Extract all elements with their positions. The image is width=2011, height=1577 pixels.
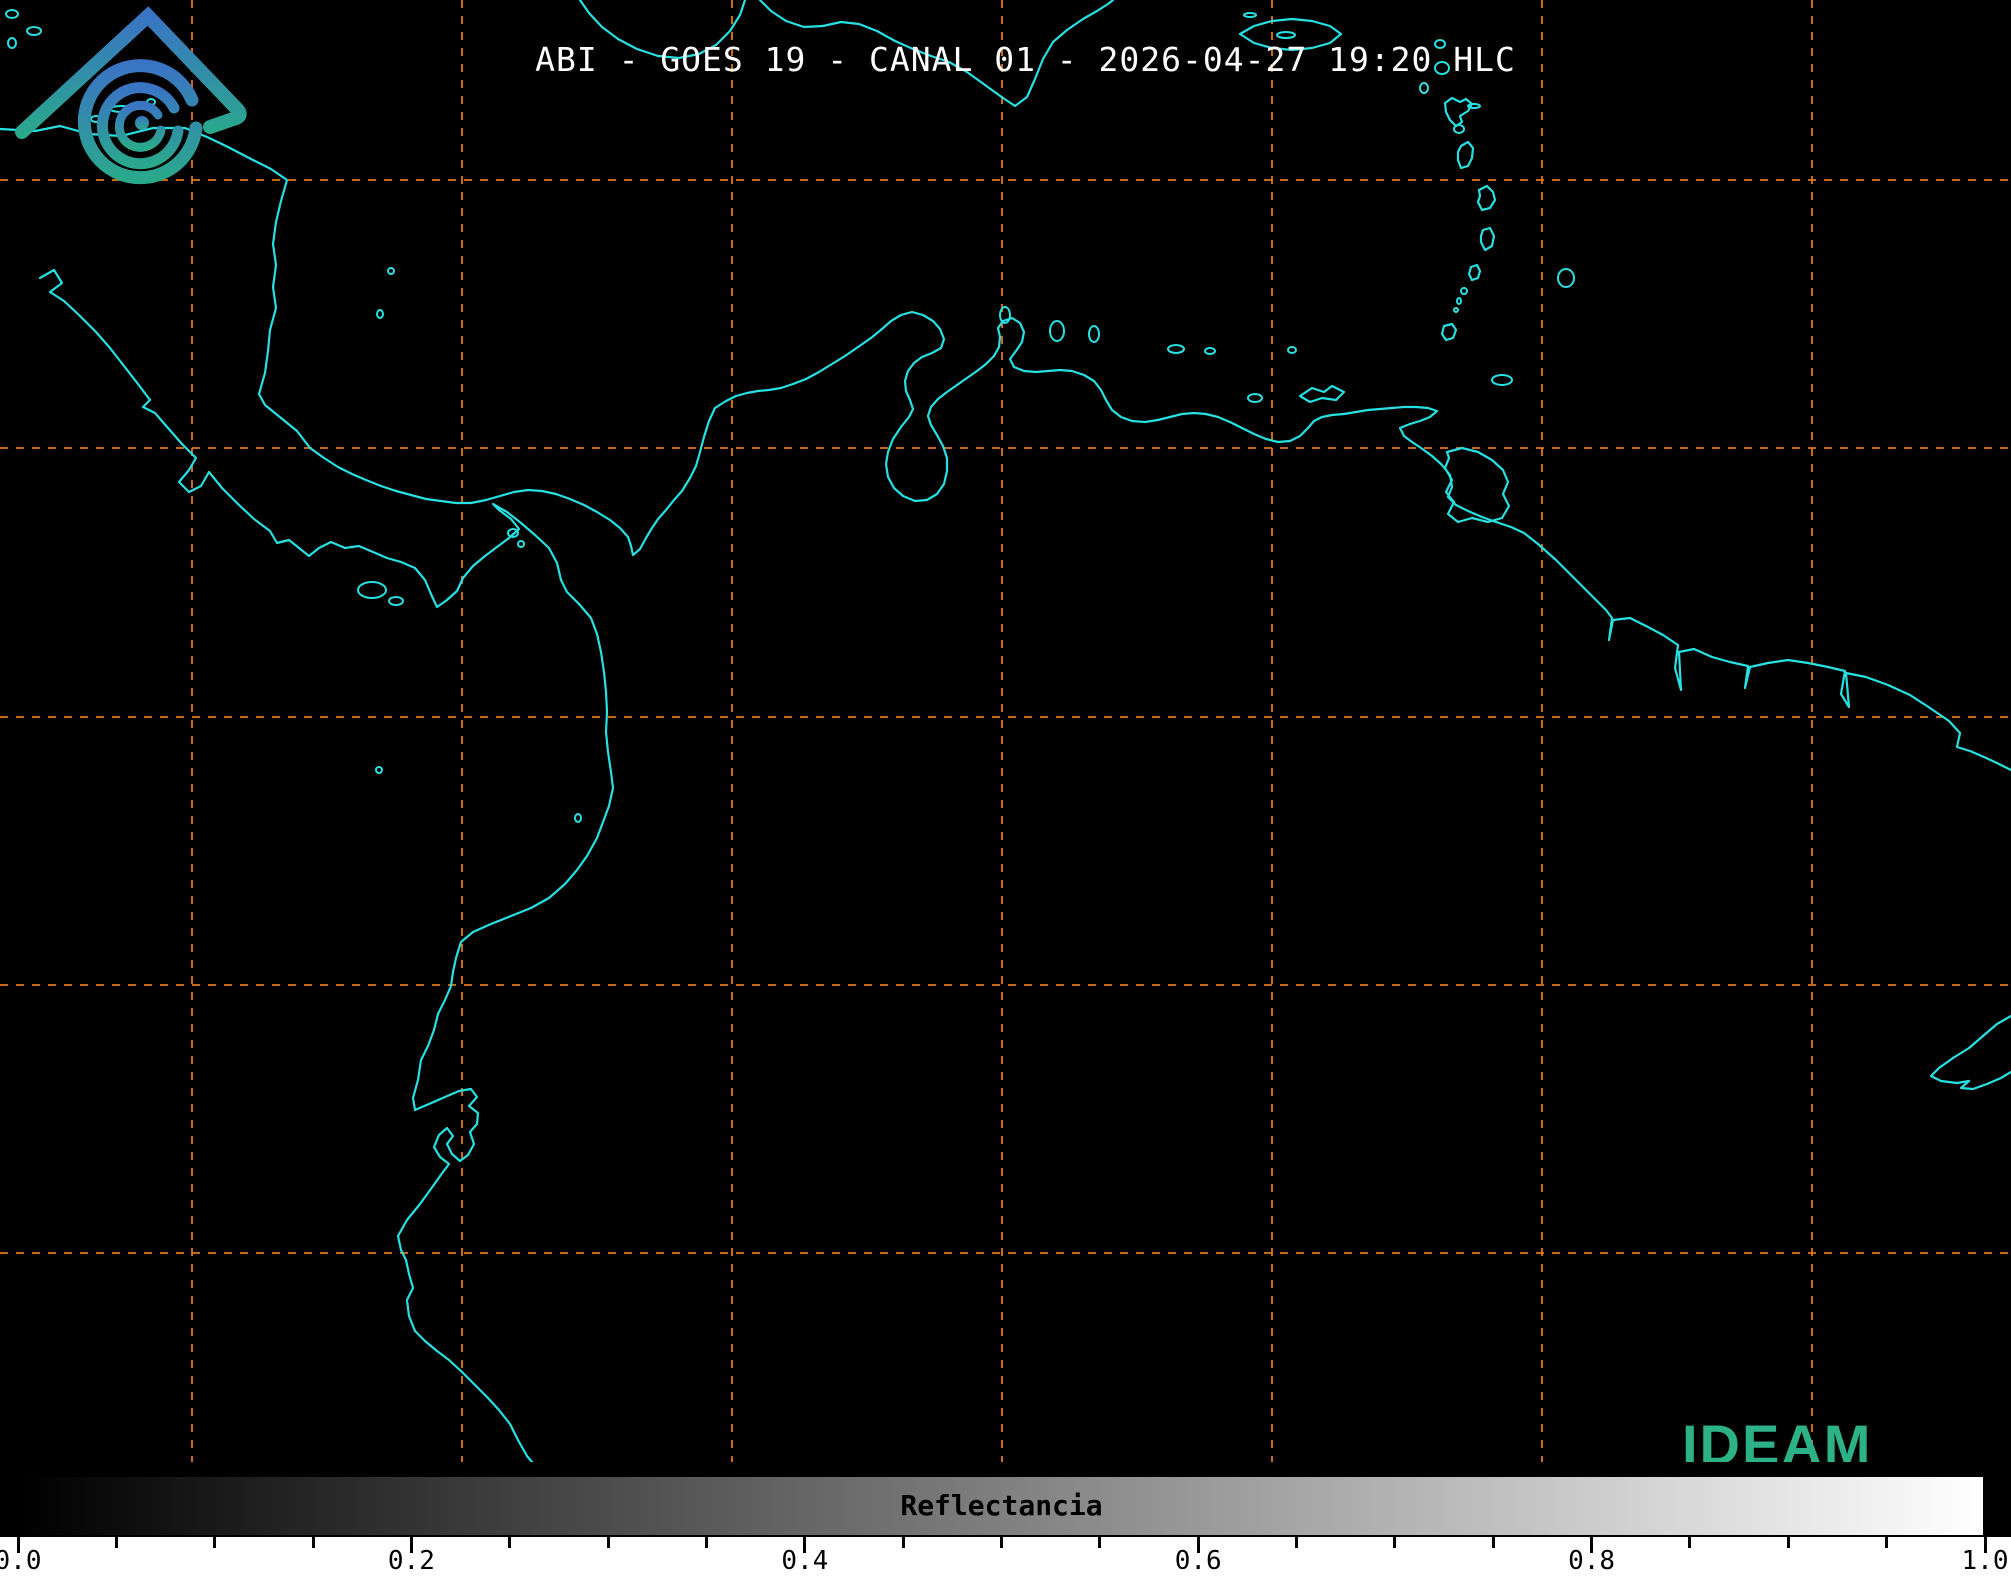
colorbar-tick (607, 1537, 610, 1548)
island-st-croix (1277, 32, 1295, 38)
island-malpelo (376, 767, 382, 773)
colorbar-tick-label: 0.6 (1175, 1546, 1222, 1576)
colorbar-tick-label: 0.4 (781, 1546, 828, 1576)
island-guadeloupe (1445, 98, 1472, 126)
island-dominica (1458, 142, 1473, 168)
island-tobago (1492, 375, 1512, 385)
island-marie-galante (1454, 125, 1464, 133)
colorbar-tick-label: 0.2 (388, 1546, 435, 1576)
coastline-caribbean-mainland-coast (0, 126, 2011, 770)
colorbar-tick-label: 0.0 (0, 1546, 41, 1576)
colorbar-axis-strip (0, 1537, 2011, 1577)
island-martinique (1478, 186, 1495, 210)
island-vieques (1244, 13, 1256, 17)
colorbar-tick (508, 1537, 511, 1548)
island-barbados (1558, 269, 1574, 287)
island-grenadine-2 (1457, 298, 1461, 304)
logo-mountain-icon (22, 16, 240, 132)
island-montserrat (1420, 83, 1428, 93)
colorbar-tick (115, 1537, 118, 1548)
island-los-roques (1168, 345, 1184, 353)
island-trinidad (1445, 448, 1509, 522)
island-st-vincent (1469, 265, 1480, 280)
colorbar-tick (1098, 1537, 1101, 1548)
island-gorgona (575, 814, 581, 822)
island-cebaco (389, 597, 403, 605)
satellite-map: ABI - GOES 19 - CANAL 01 - 2026-04-27 19… (0, 0, 2011, 1470)
colorbar-tick-label: 0.8 (1568, 1546, 1615, 1576)
coastline-amazon-mouth-coast (1931, 1016, 2011, 1089)
colorbar-label: Reflectancia (18, 1475, 1985, 1537)
island-margarita (1300, 386, 1344, 402)
ideam-logo (0, 0, 300, 235)
island-san-andres (377, 310, 383, 318)
island-grenadine-1 (1461, 288, 1467, 294)
colorbar-section: Reflectancia 0.0 0.2 0.4 0.6 0.8 1.0 (0, 1462, 2011, 1577)
colorbar-tick (1787, 1537, 1790, 1548)
map-canvas (0, 0, 2011, 1470)
island-bonaire (1089, 326, 1099, 342)
island-grenadine-3 (1454, 308, 1458, 312)
island-coiba (358, 582, 386, 598)
colorbar-tick (1000, 1537, 1003, 1548)
colorbar-tick (902, 1537, 905, 1548)
island-providencia (388, 268, 394, 274)
colorbar-tick (1295, 1537, 1298, 1548)
colorbar-tick (1885, 1537, 1888, 1548)
colorbar-tick (1688, 1537, 1691, 1548)
island-pearl-island-2 (518, 541, 524, 547)
logo-spiral-icon (84, 66, 196, 178)
satellite-image-viewer: { "title": "ABI - GOES 19 - CANAL 01 - 2… (0, 0, 2011, 1577)
island-la-orchila (1205, 348, 1215, 354)
colorbar-tick (213, 1537, 216, 1548)
island-grenada (1442, 324, 1456, 340)
island-st-lucia (1481, 228, 1494, 250)
island-la-tortuga (1248, 394, 1262, 402)
colorbar-tick (1492, 1537, 1495, 1548)
island-curacao (1050, 321, 1064, 341)
island-blanquilla (1288, 347, 1296, 353)
image-title: ABI - GOES 19 - CANAL 01 - 2026-04-27 19… (0, 40, 2011, 79)
colorbar-tick (705, 1537, 708, 1548)
colorbar-tick (312, 1537, 315, 1548)
colorbar-tick (1393, 1537, 1396, 1548)
colorbar-tick-label: 1.0 (1962, 1546, 2009, 1576)
